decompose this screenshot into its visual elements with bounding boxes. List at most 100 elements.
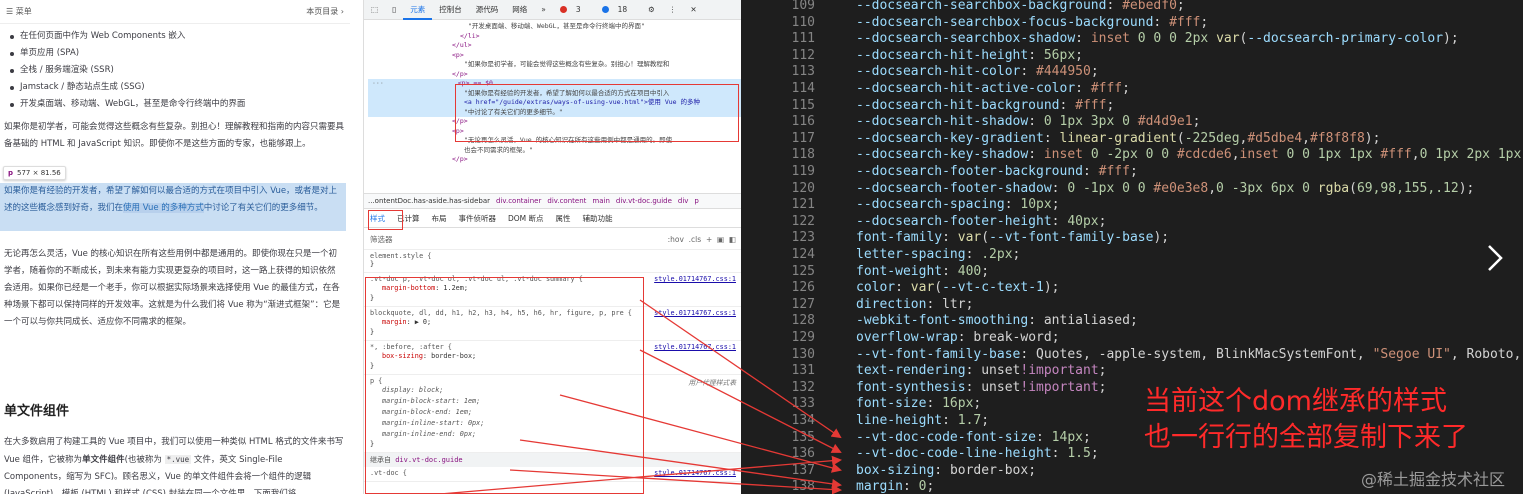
code-line[interactable]: 116 --docsearch-hit-shadow: 0 1px 3px 0 #… xyxy=(741,114,1523,131)
dom-line[interactable]: <p> xyxy=(368,51,741,61)
code-text: color: var(--vt-c-text-1); xyxy=(856,280,1060,296)
code-text: --docsearch-searchbox-focus-background: … xyxy=(856,14,1209,30)
add-rule-icon[interactable]: + xyxy=(706,235,712,244)
computed-toggle-icon[interactable]: ▣ xyxy=(717,235,724,244)
tab-dom-breakpoints[interactable]: DOM 断点 xyxy=(502,213,550,224)
style-rule: element.style {} xyxy=(364,250,741,273)
code-line[interactable]: 122 --docsearch-footer-height: 40px; xyxy=(741,214,1523,231)
warning-badge[interactable]: 18 xyxy=(595,5,642,14)
line-number: 137 xyxy=(791,462,815,478)
rule-source-link[interactable]: style.01714767.css:1 xyxy=(654,343,736,351)
cls-toggle[interactable]: .cls xyxy=(689,235,702,244)
code-line[interactable]: 110 --docsearch-searchbox-focus-backgroun… xyxy=(741,15,1523,32)
breadcrumb-item[interactable]: div.content xyxy=(547,197,586,205)
user-agent-stylesheet-label: 用户代理样式表 xyxy=(688,379,736,387)
tab-sources[interactable]: 源代码 xyxy=(469,4,506,15)
dom-line[interactable]: 也会不同需求的框架。" xyxy=(368,146,741,156)
tab-elements[interactable]: 元素 xyxy=(403,0,433,20)
code-text: --vt-font-family-base: Quotes, -apple-sy… xyxy=(856,346,1522,362)
paragraph-sfc: 在大多数启用了构建工具的 Vue 项目中，我们可以使用一种类似 HTML 格式的… xyxy=(4,437,344,494)
tab-event-listeners[interactable]: 事件侦听器 xyxy=(453,213,503,224)
tab-network[interactable]: 网络 xyxy=(505,4,534,15)
ways-of-using-vue-link[interactable]: 使用 Vue 的多种方式 xyxy=(123,203,204,213)
inspect-icon[interactable]: ⬚ xyxy=(364,5,385,14)
code-line[interactable]: 124 letter-spacing: .2px; xyxy=(741,247,1523,264)
close-icon[interactable]: ✕ xyxy=(683,5,703,14)
style-rules-annotation-box xyxy=(365,277,644,494)
code-line[interactable]: 121 --docsearch-spacing: 10px; xyxy=(741,197,1523,214)
code-line[interactable]: 109 --docsearch-searchbox-background: #eb… xyxy=(741,0,1523,15)
code-line[interactable]: 129 overflow-wrap: break-word; xyxy=(741,330,1523,347)
breadcrumb-item[interactable]: p xyxy=(694,197,698,205)
line-number: 109 xyxy=(791,0,815,13)
dom-line[interactable]: "开发桌面端、移动端、WebGL，甚至是命令行终端中的界面" xyxy=(368,22,741,32)
toc-button[interactable]: 本页目录 › xyxy=(306,6,344,17)
line-number: 131 xyxy=(791,363,815,379)
tab-accessibility[interactable]: 辅助功能 xyxy=(577,213,619,224)
styles-filter-input[interactable]: 筛选器 xyxy=(370,234,393,245)
code-line[interactable]: 114 --docsearch-hit-active-color: #fff; xyxy=(741,81,1523,98)
line-number: 121 xyxy=(791,197,815,213)
breadcrumb-item[interactable]: div xyxy=(678,197,689,205)
dom-line[interactable]: </p> xyxy=(368,70,741,80)
code-line[interactable]: 131 text-rendering: unset!important; xyxy=(741,363,1523,380)
code-text: line-height: 1.7; xyxy=(856,413,990,428)
device-icon[interactable]: ▯ xyxy=(385,5,403,14)
code-line[interactable]: 130 --vt-font-family-base: Quotes, -apple… xyxy=(741,347,1523,364)
code-line[interactable]: 117 --docsearch-key-gradient: linear-grad… xyxy=(741,131,1523,148)
breadcrumb-item[interactable]: div.vt-doc.guide xyxy=(616,197,672,205)
more-icon[interactable]: ⋮ xyxy=(662,5,684,14)
menu-label: 菜单 xyxy=(15,7,32,16)
code-text: --docsearch-hit-color: #444950; xyxy=(856,64,1099,80)
code-line[interactable]: 118 --docsearch-key-shadow: inset 0 -2px … xyxy=(741,147,1523,164)
line-number: 122 xyxy=(791,213,815,229)
more-tabs-icon[interactable]: » xyxy=(534,5,553,14)
line-number: 129 xyxy=(791,330,815,345)
rule-source-link[interactable]: style.01714767.css:1 xyxy=(654,309,736,317)
error-badge[interactable]: 3 xyxy=(553,5,595,14)
list-item: 单页应用 (SPA) xyxy=(4,45,350,62)
breadcrumb-item[interactable]: main xyxy=(592,197,610,205)
list-item: 全栈 / 服务端渲染 (SSR) xyxy=(4,62,350,79)
code-line[interactable]: 125 font-weight: 400; xyxy=(741,264,1523,281)
code-text: font-size: 16px; xyxy=(856,396,982,412)
menu-button[interactable]: ☰ 菜单 xyxy=(6,6,32,17)
breadcrumb-item[interactable]: div.container xyxy=(496,197,541,205)
tab-properties[interactable]: 属性 xyxy=(550,213,577,224)
code-line[interactable]: 128 -webkit-font-smoothing: antialiased; xyxy=(741,313,1523,330)
code-line[interactable]: 123 font-family: var(--vt-font-family-bas… xyxy=(741,230,1523,247)
code-text: --docsearch-searchbox-background: #ebedf… xyxy=(856,0,1185,13)
tab-layout[interactable]: 布局 xyxy=(426,213,453,224)
dom-line[interactable]: </ul> xyxy=(368,41,741,51)
dom-line[interactable]: "如果你是初学者，可能会觉得这些概念有些复杂。别担心！理解教程和 xyxy=(368,60,741,70)
code-line[interactable]: 120 --docsearch-footer-shadow: 0 -1px 0 0… xyxy=(741,181,1523,198)
section-heading: 单文件组件 xyxy=(4,404,70,419)
chevron-right-icon[interactable] xyxy=(1485,243,1505,273)
styles-filter-bar: 筛选器 :hov .cls + ▣ ◧ xyxy=(364,230,741,250)
code-text: --docsearch-hit-shadow: 0 1px 3px 0 #d4d… xyxy=(856,114,1201,130)
line-number: 113 xyxy=(791,64,815,80)
doc-topbar: ☰ 菜单 本页目录 › xyxy=(0,0,350,24)
settings-icon[interactable]: ⚙ xyxy=(641,5,662,14)
dom-line[interactable]: </p> xyxy=(368,155,741,165)
code-text: --docsearch-key-shadow: inset 0 -2px 0 0… xyxy=(856,147,1522,163)
code-line[interactable]: 111 --docsearch-searchbox-shadow: inset 0… xyxy=(741,31,1523,48)
code-line[interactable]: 127 direction: ltr; xyxy=(741,297,1523,314)
hov-toggle[interactable]: :hov xyxy=(668,235,684,244)
list-item: 开发桌面端、移动端、WebGL，甚至是命令行终端中的界面 xyxy=(4,96,350,113)
rule-source-link[interactable]: style.01714767.css:1 xyxy=(654,275,736,283)
line-number: 123 xyxy=(791,230,815,246)
tab-console[interactable]: 控制台 xyxy=(432,4,469,15)
code-text: --docsearch-hit-background: #fff; xyxy=(856,97,1115,113)
code-line[interactable]: 113 --docsearch-hit-color: #444950; xyxy=(741,64,1523,81)
code-line[interactable]: 112 --docsearch-hit-height: 56px; xyxy=(741,48,1523,65)
sidebar-toggle-icon[interactable]: ◧ xyxy=(729,235,736,244)
code-line[interactable]: 119 --docsearch-footer-background: #fff; xyxy=(741,164,1523,181)
line-number: 128 xyxy=(791,313,815,329)
element-size-tooltip: p 577 × 81.56 xyxy=(3,166,66,180)
code-line[interactable]: 126 color: var(--vt-c-text-1); xyxy=(741,280,1523,297)
rule-source-link[interactable]: style.01714767.css:1 xyxy=(654,469,736,477)
dom-line[interactable]: </li> xyxy=(368,32,741,42)
breadcrumb-item[interactable]: ...ontentDoc.has-aside.has-sidebar xyxy=(368,197,490,205)
code-line[interactable]: 115 --docsearch-hit-background: #fff; xyxy=(741,98,1523,115)
